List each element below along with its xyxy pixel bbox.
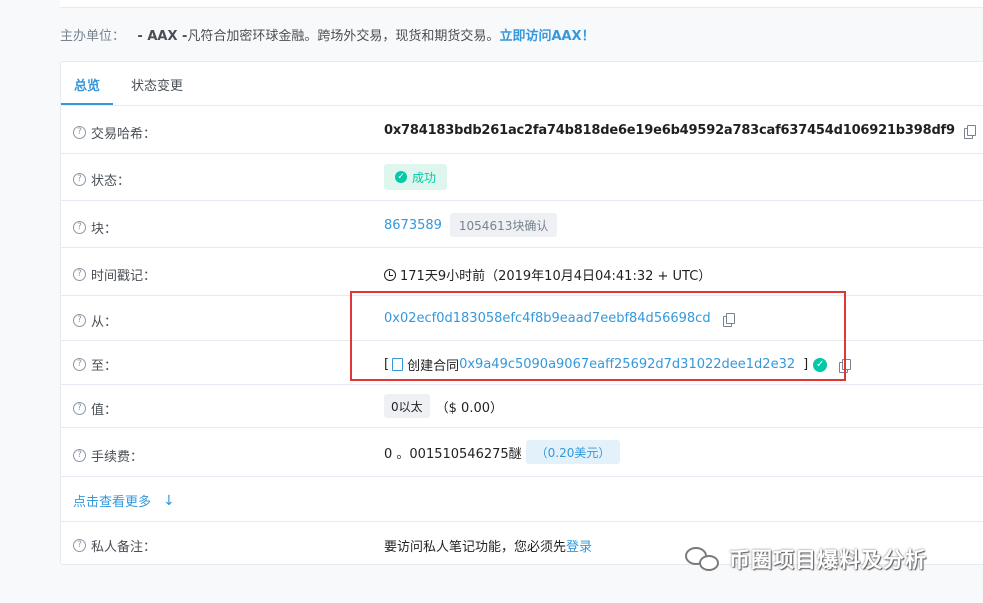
value-row: ? 值： 0以太 （$ 0.00） [61, 385, 983, 428]
verified-check-icon: ✓ [813, 357, 828, 372]
from-label: ? 从： [73, 311, 117, 330]
tx-hash-text: 0x784183bdb261ac2fa74b818de6e19e6b49592a… [384, 123, 955, 138]
sponsor-brand: - AAX - [137, 29, 188, 44]
status-row: ? 状态： ✓ 成功 [61, 154, 983, 201]
sponsor-banner: 主办单位： - AAX -凡符合加密环球金融。跨场外交易，现货和期货交易。立即访… [60, 25, 595, 44]
arrow-down-icon[interactable]: ↓ [163, 493, 175, 509]
sponsor-label: 主办单位： [60, 29, 126, 44]
question-circle-icon[interactable]: ? [73, 268, 86, 281]
copy-icon[interactable] [722, 312, 735, 327]
tab-state-changes[interactable]: 状态变更 [131, 75, 183, 94]
fee-value: 0 。001510546275醚 （0.20美元） [384, 440, 621, 464]
transaction-details-card: 总览 状态变更 ? 交易哈希： 0x784183bdb261ac2fa74b81… [60, 61, 983, 565]
fee-usd-badge: （0.20美元） [525, 440, 621, 464]
fee-amount: 0 。001510546275醚 [384, 446, 522, 462]
block-number-link[interactable]: 8673589 [384, 218, 442, 233]
clock-icon [384, 268, 396, 281]
tx-hash-value: 0x784183bdb261ac2fa74b818de6e19e6b49592a… [384, 123, 976, 139]
active-tab-indicator [61, 103, 113, 105]
status-badge: ✓ 成功 [384, 164, 448, 190]
private-note-value: 要访问私人笔记功能，您必须先 登录 [384, 536, 592, 555]
tab-overview[interactable]: 总览 [74, 75, 100, 94]
top-divider [60, 0, 983, 8]
usd-value: （$ 0.00） [435, 400, 503, 416]
to-label: ? 至： [73, 355, 117, 374]
block-label: ? 块： [73, 218, 117, 237]
sponsor-description: 凡符合加密环球金融。跨场外交易，现货和期货交易。 [187, 29, 500, 44]
block-row: ? 块： 8673589 1054613块确认 [61, 201, 983, 248]
tx-hash-row: ? 交易哈希： 0x784183bdb261ac2fa74b818de6e19e… [61, 106, 983, 154]
contract-address-link[interactable]: 0x9a49c5090a9067eaff25692d7d31022dee1d2e… [459, 357, 795, 372]
block-value: 8673589 1054613块确认 [384, 213, 558, 237]
watermark: 币圈项目爆料及分析 [683, 543, 927, 575]
from-value: 0x02ecf0d183058efc4f8b9eaad7eebf84d56698… [384, 311, 735, 327]
bracket-close: ] [803, 357, 809, 372]
copy-icon[interactable] [839, 358, 852, 373]
question-circle-icon[interactable]: ? [73, 358, 86, 371]
question-circle-icon[interactable]: ? [73, 173, 86, 186]
timestamp-text: 171天9小时前（2019年10月4日04:41:32 + UTC） [400, 269, 712, 284]
status-label: ? 状态： [73, 170, 130, 189]
status-value: ✓ 成功 [384, 164, 448, 190]
question-circle-icon[interactable]: ? [73, 402, 86, 415]
bracket-open: [ [384, 357, 390, 372]
question-circle-icon[interactable]: ? [73, 221, 86, 234]
fee-row: ? 手续费： 0 。001510546275醚 （0.20美元） [61, 428, 983, 477]
contract-created-text: 创建合同 [407, 359, 460, 374]
tx-hash-label: ? 交易哈希： [73, 123, 156, 142]
watermark-text: 币圈项目爆料及分析 [729, 548, 927, 572]
private-note-label: ? 私人备注： [73, 536, 156, 555]
private-note-text: 要访问私人笔记功能，您必须先 [384, 540, 567, 555]
value-value: 0以太 （$ 0.00） [384, 394, 503, 418]
show-more-link[interactable]: 点击查看更多 ↓ [73, 491, 175, 511]
more-row: 点击查看更多 ↓ [61, 477, 983, 522]
fee-label: ? 手续费： [73, 446, 143, 465]
question-circle-icon[interactable]: ? [73, 314, 86, 327]
check-circle-icon: ✓ [395, 171, 407, 183]
from-row: ? 从： 0x02ecf0d183058efc4f8b9eaad7eebf84d… [61, 296, 983, 341]
question-circle-icon[interactable]: ? [73, 539, 86, 552]
timestamp-label: ? 时间戳记： [73, 265, 156, 284]
contract-icon [392, 358, 404, 371]
block-confirmations-badge: 1054613块确认 [449, 213, 558, 237]
wechat-logo-icon [683, 543, 723, 575]
to-value: [ 创建合同 0x9a49c5090a9067eaff25692d7d31022d… [384, 355, 852, 374]
question-circle-icon[interactable]: ? [73, 126, 86, 139]
copy-icon[interactable] [963, 124, 976, 139]
timestamp-row: ? 时间戳记： 171天9小时前（2019年10月4日04:41:32 + UT… [61, 248, 983, 296]
timestamp-value: 171天9小时前（2019年10月4日04:41:32 + UTC） [384, 265, 711, 284]
login-link[interactable]: 登录 [566, 536, 592, 555]
from-address-link[interactable]: 0x02ecf0d183058efc4f8b9eaad7eebf84d56698… [384, 311, 711, 326]
value-label: ? 值： [73, 399, 117, 418]
sponsor-cta-link[interactable]: 立即访问AAX！ [499, 29, 594, 44]
ether-amount-badge: 0以太 [384, 394, 430, 418]
tab-bar: 总览 状态变更 [61, 62, 983, 106]
question-circle-icon[interactable]: ? [73, 449, 86, 462]
to-row: ? 至： [ 创建合同 0x9a49c5090a9067eaff25692d7d3… [61, 341, 983, 385]
